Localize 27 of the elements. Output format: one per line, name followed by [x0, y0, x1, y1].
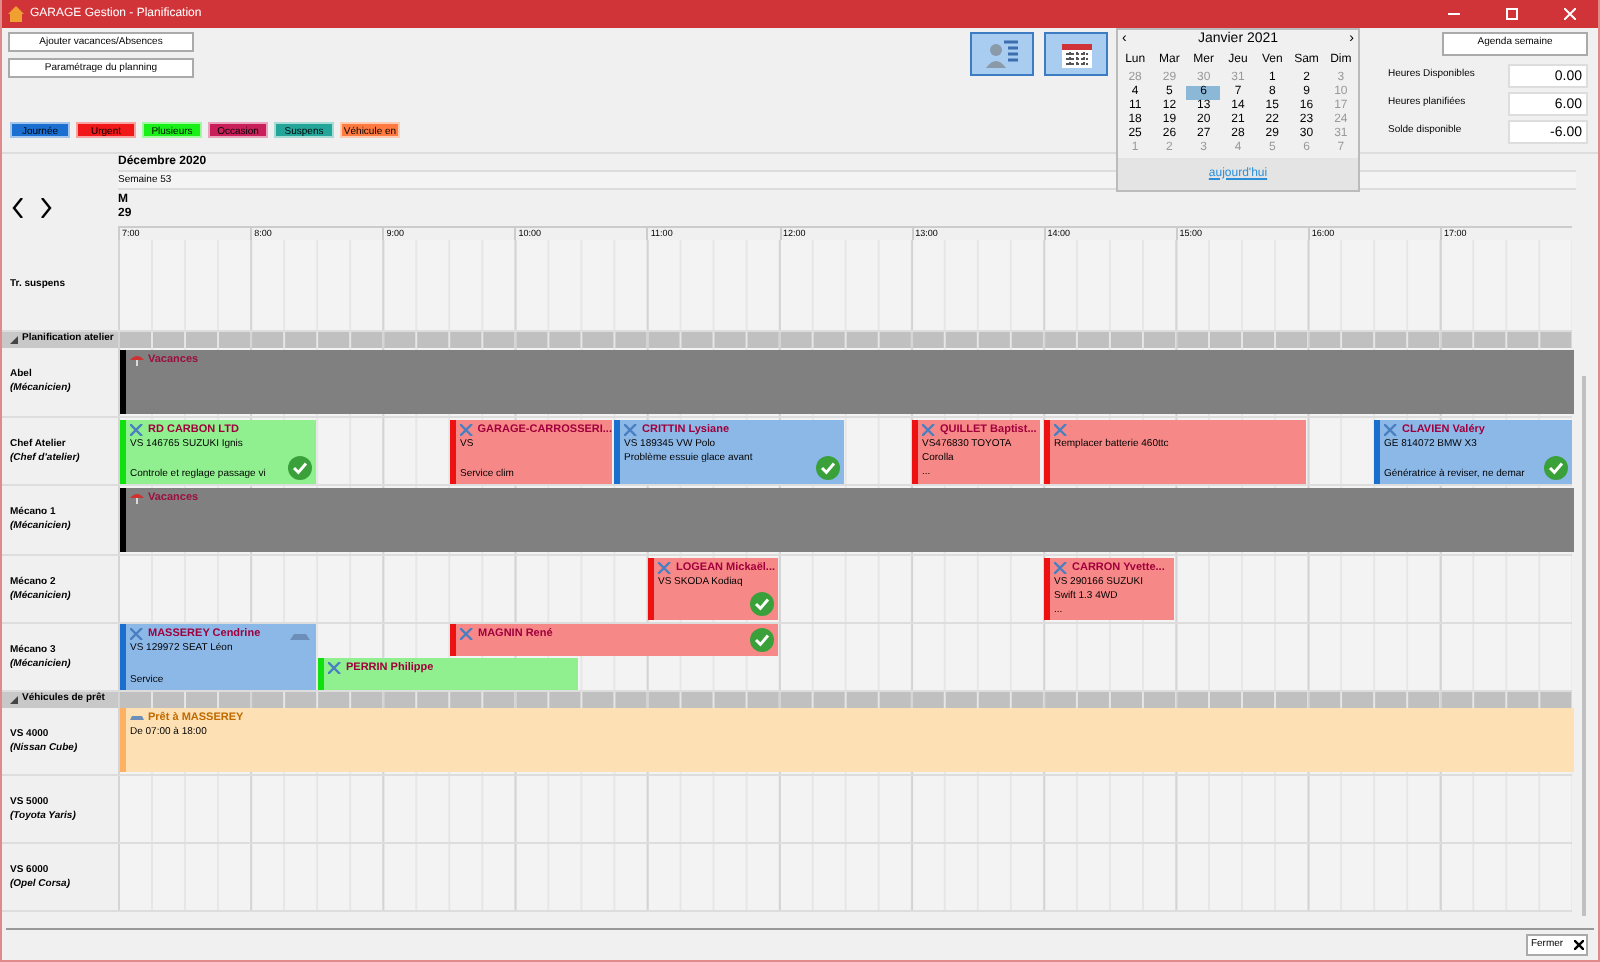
wrench-icon — [460, 424, 474, 436]
timeline-row[interactable] — [118, 418, 1572, 484]
wrench-icon — [624, 424, 638, 436]
umbrella-icon — [130, 354, 144, 366]
wrench-icon — [130, 628, 144, 640]
staff-view-button[interactable] — [970, 32, 1034, 76]
wrench-icon — [328, 662, 342, 674]
maximize-icon[interactable] — [1506, 8, 1518, 20]
close-icon — [1573, 940, 1584, 950]
house-icon — [8, 6, 24, 22]
wrench-icon — [658, 562, 672, 574]
calendar-view-button[interactable] — [1044, 32, 1108, 76]
wrench-icon — [922, 424, 936, 436]
expand-triangle-icon[interactable] — [10, 696, 18, 704]
person-list-icon — [984, 38, 1020, 70]
minimize-icon[interactable] — [1448, 8, 1460, 20]
wrench-icon — [1384, 424, 1398, 436]
wrench-icon — [1054, 562, 1068, 574]
calendar-icon — [1061, 40, 1091, 68]
scrollbar-thumb[interactable] — [1581, 376, 1585, 916]
expand-triangle-icon[interactable] — [10, 336, 18, 344]
car-icon — [130, 712, 144, 724]
close-icon[interactable] — [1564, 8, 1576, 20]
wrench-icon — [130, 424, 144, 436]
umbrella-icon — [130, 492, 144, 504]
wrench-icon — [1054, 424, 1068, 436]
wrench-icon — [460, 628, 474, 640]
